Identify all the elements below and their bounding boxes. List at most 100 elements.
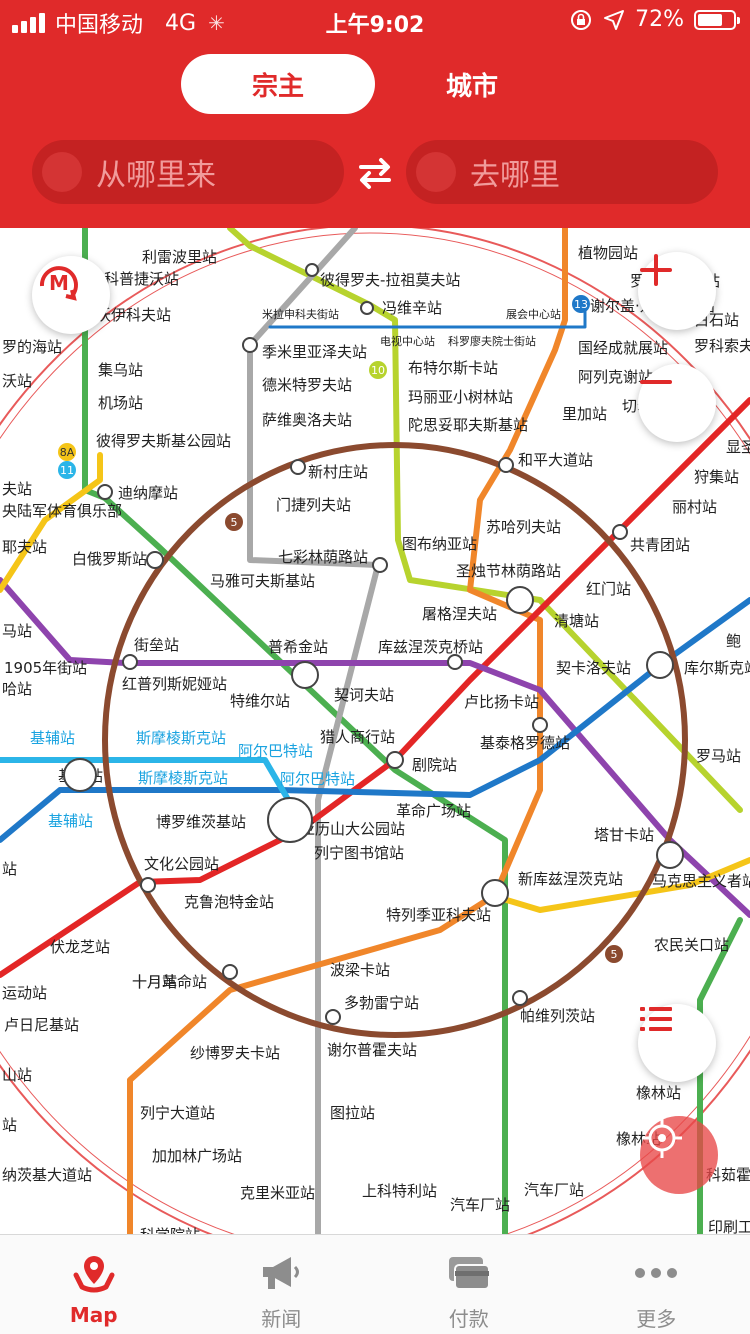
station-label[interactable]: 屠格涅夫站: [422, 605, 497, 623]
station-label[interactable]: 萨维奥洛夫站: [262, 411, 352, 429]
station-label[interactable]: 运动站: [2, 984, 47, 1002]
zoom-in-button[interactable]: [638, 252, 716, 330]
station-label[interactable]: 白俄罗斯站: [72, 550, 147, 568]
station-label[interactable]: 夫站: [2, 480, 32, 498]
station-label[interactable]: 马雅可夫斯基站: [210, 572, 315, 590]
station-label[interactable]: 纳茨基大道站: [2, 1166, 92, 1184]
swap-icon[interactable]: [355, 156, 395, 190]
station-label[interactable]: 狩集站: [694, 468, 739, 486]
station-label[interactable]: 苏哈列夫站: [486, 518, 561, 536]
station-label[interactable]: 契诃夫站: [334, 686, 394, 704]
station-label[interactable]: 红门站: [586, 580, 631, 598]
station-label[interactable]: 上科特利站: [362, 1182, 437, 1200]
station-label[interactable]: 克里米亚站: [240, 1184, 315, 1202]
station-label[interactable]: 十月革命站: [132, 973, 207, 991]
station-label[interactable]: 陀思妥耶夫斯基站: [408, 416, 528, 434]
station-label[interactable]: 彼得罗夫斯基公园站: [96, 432, 231, 450]
station-label[interactable]: 国经成就展站: [578, 339, 668, 357]
station-label[interactable]: 多勃雷宁站: [344, 994, 419, 1012]
station-label[interactable]: 季米里亚泽夫站: [262, 343, 367, 361]
station-label[interactable]: 图布纳亚站: [402, 535, 477, 553]
station-label[interactable]: 汽车厂站: [450, 1196, 510, 1214]
station-label[interactable]: 剧院站: [412, 756, 457, 774]
station-label[interactable]: 博罗维茨基站: [156, 813, 246, 831]
station-label[interactable]: 红普列斯妮娅站: [122, 675, 227, 693]
station-label[interactable]: 布特尔斯卡站: [408, 359, 498, 377]
station-label[interactable]: 新村庄站: [308, 463, 368, 481]
station-label[interactable]: 阿尔巴特站: [280, 770, 355, 788]
station-label[interactable]: 里加站: [562, 405, 607, 423]
station-label[interactable]: 马站: [2, 622, 32, 640]
station-label[interactable]: 汽车厂站: [524, 1181, 584, 1199]
tab-more[interactable]: 更多: [563, 1235, 750, 1334]
zoom-out-button[interactable]: [638, 364, 716, 442]
station-label[interactable]: 清塘站: [554, 612, 599, 630]
station-label[interactable]: 丽村站: [672, 498, 717, 516]
station-label[interactable]: 站: [2, 860, 17, 878]
station-label[interactable]: 列宁大道站: [140, 1104, 215, 1122]
station-label[interactable]: 展会中心站: [506, 307, 561, 321]
station-label[interactable]: 库兹涅茨克桥站: [378, 638, 483, 656]
station-label[interactable]: 迪纳摩站: [118, 484, 178, 502]
station-label[interactable]: 1905年街站: [4, 659, 87, 677]
station-label[interactable]: 列宁图书馆站: [314, 844, 404, 862]
station-label[interactable]: 罗马站: [696, 747, 741, 765]
station-label[interactable]: 集乌站: [98, 361, 143, 379]
station-label[interactable]: 门捷列夫站: [276, 496, 351, 514]
station-label[interactable]: 罗科索夫: [694, 337, 750, 355]
station-label[interactable]: 谢尔普霍夫站: [327, 1041, 417, 1059]
locate-button[interactable]: [640, 1116, 718, 1194]
station-label[interactable]: 耶夫站: [2, 538, 47, 556]
station-label[interactable]: 沃站: [2, 372, 32, 390]
station-label[interactable]: 斯摩棱斯克站: [136, 729, 226, 747]
station-label[interactable]: 印刷工: [708, 1218, 750, 1234]
station-label[interactable]: 显圣: [726, 438, 750, 456]
station-label[interactable]: 特列季亚科夫站: [386, 906, 491, 924]
station-label[interactable]: 新库兹涅茨克站: [518, 870, 623, 888]
station-label[interactable]: 科学院站: [140, 1226, 200, 1234]
tab-city[interactable]: 城市: [375, 54, 569, 114]
station-label[interactable]: 植物园站: [578, 244, 638, 262]
station-label[interactable]: 猎人商行站: [320, 728, 395, 746]
station-label[interactable]: 斯摩棱斯克站: [138, 769, 228, 787]
station-label[interactable]: 帕维列茨站: [520, 1007, 595, 1025]
station-label[interactable]: 彼得罗夫-拉祖莫夫站: [320, 271, 460, 289]
station-label[interactable]: 央陆军体育俱乐部: [2, 502, 122, 520]
station-label[interactable]: 卢日尼基站: [4, 1016, 79, 1034]
station-label[interactable]: 七彩林荫路站: [278, 548, 368, 566]
from-station-field[interactable]: 从哪里来: [32, 140, 344, 204]
station-label[interactable]: 科普捷沃站: [104, 270, 179, 288]
station-label[interactable]: 米拉申科夫街站: [262, 307, 339, 321]
station-label[interactable]: 站: [2, 1116, 17, 1134]
to-station-field[interactable]: 去哪里: [406, 140, 718, 204]
station-label[interactable]: 基泰格罗德站: [480, 734, 570, 752]
station-label[interactable]: 阿尔巴特站: [238, 742, 313, 760]
station-label[interactable]: 波梁卡站: [330, 961, 390, 979]
station-label[interactable]: 山站: [2, 1066, 32, 1084]
station-label[interactable]: 鲍: [726, 632, 741, 650]
station-label[interactable]: 圣烛节林荫路站: [456, 562, 561, 580]
station-label[interactable]: 街垒站: [134, 636, 179, 654]
station-label[interactable]: 革命广场站: [396, 802, 471, 820]
station-label[interactable]: 图拉站: [330, 1104, 375, 1122]
metro-map[interactable]: 5 5 10 11 13 8A 利雷波里站 科普捷沃站 沃伊科夫站 罗的海站 沃站 集乌站 机场站 彼得…: [0, 228, 750, 1234]
station-label[interactable]: 亚历山大公园站: [300, 820, 405, 838]
line-list-button[interactable]: [638, 1004, 716, 1082]
station-label[interactable]: 德米特罗夫站: [262, 376, 352, 394]
station-label[interactable]: 基辅站: [30, 729, 75, 747]
station-label[interactable]: 和平大道站: [518, 451, 593, 469]
station-label[interactable]: 卢比扬卡站: [464, 693, 539, 711]
metro-refresh-button[interactable]: М: [32, 256, 110, 334]
tab-payment[interactable]: 付款: [375, 1235, 563, 1334]
station-label[interactable]: 罗的海站: [2, 338, 62, 356]
station-label[interactable]: 玛丽亚小树林站: [408, 388, 513, 406]
station-label[interactable]: 库尔斯克站: [684, 659, 750, 677]
tab-zongzhu[interactable]: 宗主: [181, 54, 375, 114]
station-label[interactable]: 冯维辛站: [382, 299, 442, 317]
station-label[interactable]: 普希金站: [268, 638, 328, 656]
station-label[interactable]: 克鲁泡特金站: [184, 893, 274, 911]
station-label[interactable]: 利雷波里站: [142, 248, 217, 266]
station-label[interactable]: 哈站: [2, 680, 32, 698]
station-label[interactable]: 文化公园站: [144, 855, 219, 873]
station-label[interactable]: 共青团站: [630, 536, 690, 554]
